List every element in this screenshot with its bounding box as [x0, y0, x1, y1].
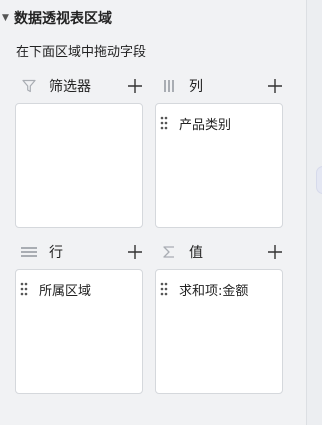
values-label: 值: [189, 245, 203, 261]
add-filter-button[interactable]: [126, 77, 144, 95]
value-field-label: 求和项:金额: [179, 283, 249, 299]
column-field-item[interactable]: 产品类别: [160, 114, 232, 133]
add-value-button[interactable]: [266, 243, 284, 261]
sigma-icon: [160, 244, 178, 260]
columns-drop-zone[interactable]: 产品类别: [155, 103, 283, 228]
row-field-item[interactable]: 所属区域: [20, 280, 92, 299]
columns-icon: [160, 78, 178, 94]
side-panel-handle[interactable]: [316, 166, 322, 194]
rows-section-header: 行: [20, 242, 63, 262]
columns-label: 列: [189, 79, 203, 95]
filter-drop-zone[interactable]: [15, 103, 143, 228]
drag-handle-icon[interactable]: [20, 282, 30, 296]
drag-handle-icon[interactable]: [160, 282, 170, 296]
panel-header[interactable]: ▼ 数据透视表区域: [2, 8, 112, 28]
pivot-area-panel: ▼ 数据透视表区域 在下面区域中拖动字段 筛选器 列 产品类别 行 所属区域 值…: [0, 0, 306, 425]
values-section-header: 值: [160, 242, 203, 262]
panel-subtitle: 在下面区域中拖动字段: [16, 45, 147, 60]
panel-title: 数据透视表区域: [14, 11, 112, 27]
filter-icon: [20, 78, 38, 94]
add-column-button[interactable]: [266, 77, 284, 95]
row-field-label: 所属区域: [39, 283, 92, 299]
rows-label: 行: [49, 245, 63, 261]
column-field-label: 产品类别: [179, 117, 232, 133]
right-scrollbar[interactable]: [306, 0, 322, 425]
columns-section-header: 列: [160, 76, 203, 96]
rows-drop-zone[interactable]: 所属区域: [15, 269, 143, 394]
drag-handle-icon[interactable]: [160, 116, 170, 130]
filter-label: 筛选器: [49, 79, 91, 95]
collapse-caret-icon[interactable]: ▼: [2, 13, 14, 23]
value-field-item[interactable]: 求和项:金额: [160, 280, 249, 299]
values-drop-zone[interactable]: 求和项:金额: [155, 269, 283, 394]
rows-icon: [20, 244, 38, 260]
add-row-button[interactable]: [126, 243, 144, 261]
filter-section-header: 筛选器: [20, 76, 91, 96]
